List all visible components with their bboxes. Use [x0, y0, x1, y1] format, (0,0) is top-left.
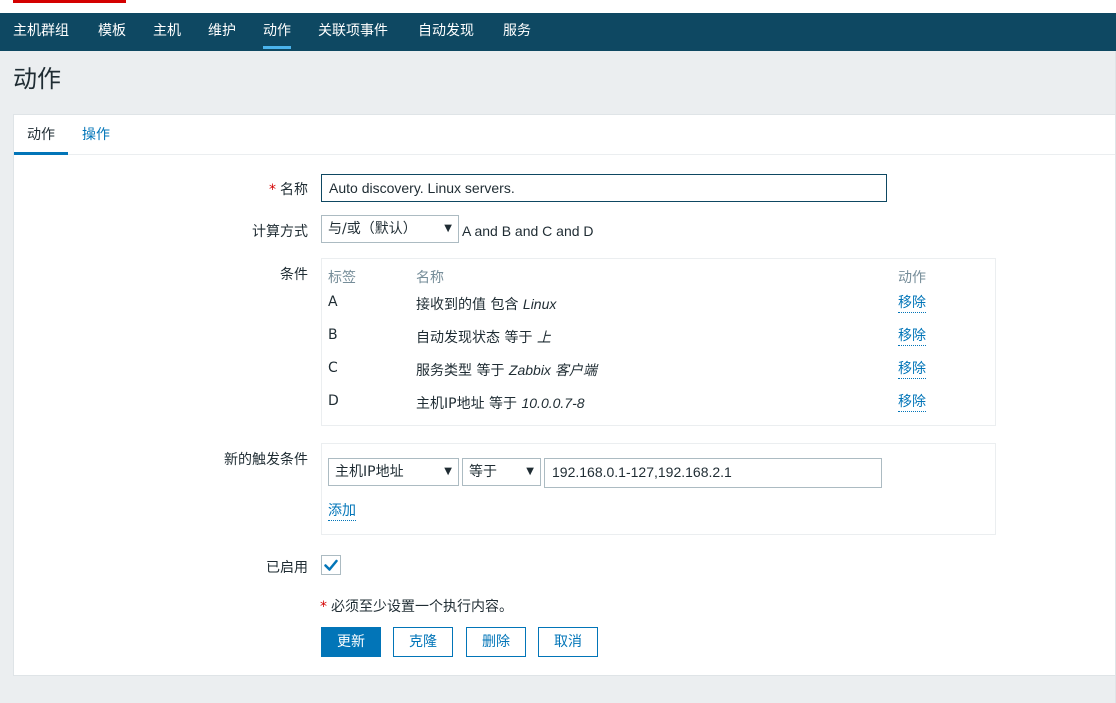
top-strip [0, 0, 1116, 13]
dropdown-arrow-icon: ▼ [444, 466, 452, 477]
condition-name: 服务类型 等于 Zabbix 客户端 [416, 362, 597, 379]
dropdown-arrow-icon: ▼ [526, 466, 534, 477]
page-title: 动作 [13, 65, 61, 93]
nav-item-host-groups[interactable]: 主机群组 [13, 13, 69, 51]
conditions-header-action: 动作 [898, 270, 926, 286]
required-mark: * [320, 599, 327, 615]
conditions-header-name: 名称 [416, 270, 444, 286]
condition-type-value: 主机IP地址 [335, 464, 404, 480]
condition-name: 主机IP地址 等于 10.0.0.7-8 [416, 395, 585, 412]
tab-bar: 动作 操作 [14, 115, 1116, 155]
condition-tag: A [328, 294, 338, 310]
new-condition-box: 主机IP地址 ▼ 等于 ▼ 192.168.0.1-127,192.168.2.… [321, 443, 996, 535]
form-panel: 动作 操作 * 名称 Auto discovery. Linux servers.… [13, 114, 1116, 676]
checkmark-icon [324, 559, 338, 571]
conditions-label: 条件 [280, 267, 308, 283]
condition-remove-link[interactable]: 移除 [898, 294, 926, 313]
clone-button[interactable]: 克隆 [393, 627, 453, 657]
dropdown-arrow-icon: ▼ [444, 223, 452, 234]
condition-name: 接收到的值 包含 Linux [416, 296, 557, 313]
required-note: * 必须至少设置一个执行内容。 [320, 599, 513, 615]
condition-value-input[interactable]: 192.168.0.1-127,192.168.2.1 [544, 458, 882, 488]
tab-action[interactable]: 动作 [14, 115, 68, 155]
calc-select-value: 与/或（默认） [328, 221, 417, 237]
logo-bar [13, 0, 126, 3]
add-condition-link[interactable]: 添加 [328, 502, 356, 521]
condition-tag: C [328, 360, 338, 376]
nav-item-actions[interactable]: 动作 [263, 13, 291, 51]
condition-operator-select[interactable]: 等于 ▼ [462, 458, 541, 486]
enabled-label: 已启用 [266, 560, 308, 576]
conditions-header-tag: 标签 [328, 270, 356, 286]
nav-item-hosts[interactable]: 主机 [153, 13, 181, 51]
update-button[interactable]: 更新 [321, 627, 381, 657]
condition-tag: B [328, 327, 338, 343]
condition-remove-link[interactable]: 移除 [898, 327, 926, 346]
nav-item-templates[interactable]: 模板 [98, 13, 126, 51]
nav-item-event-correlation[interactable]: 关联项事件 [318, 13, 388, 51]
required-mark: * [269, 182, 276, 198]
nav-item-discovery[interactable]: 自动发现 [418, 13, 474, 51]
conditions-table: 标签 名称 动作 A 接收到的值 包含 Linux 移除 B 自动发现状态 等于… [321, 258, 996, 426]
delete-button[interactable]: 删除 [466, 627, 526, 657]
calc-select[interactable]: 与/或（默认） ▼ [321, 215, 459, 243]
name-label-text: 名称 [280, 182, 308, 198]
condition-type-select[interactable]: 主机IP地址 ▼ [328, 458, 459, 486]
calc-label: 计算方式 [252, 224, 308, 240]
condition-remove-link[interactable]: 移除 [898, 393, 926, 412]
name-label: * 名称 [269, 179, 308, 199]
condition-name: 自动发现状态 等于 上 [416, 329, 551, 346]
nav-item-services[interactable]: 服务 [503, 13, 531, 51]
cancel-button[interactable]: 取消 [538, 627, 598, 657]
tab-operations[interactable]: 操作 [74, 115, 118, 155]
condition-operator-value: 等于 [469, 464, 497, 480]
condition-remove-link[interactable]: 移除 [898, 360, 926, 379]
condition-tag: D [328, 393, 339, 409]
nav-item-maintenance[interactable]: 维护 [208, 13, 236, 51]
calc-formula: A and B and C and D [462, 223, 594, 239]
name-input[interactable]: Auto discovery. Linux servers. [321, 174, 887, 202]
enabled-checkbox[interactable] [321, 555, 341, 575]
new-condition-label: 新的触发条件 [224, 452, 308, 468]
main-nav: 主机群组 模板 主机 维护 动作 关联项事件 自动发现 服务 [0, 13, 1116, 51]
